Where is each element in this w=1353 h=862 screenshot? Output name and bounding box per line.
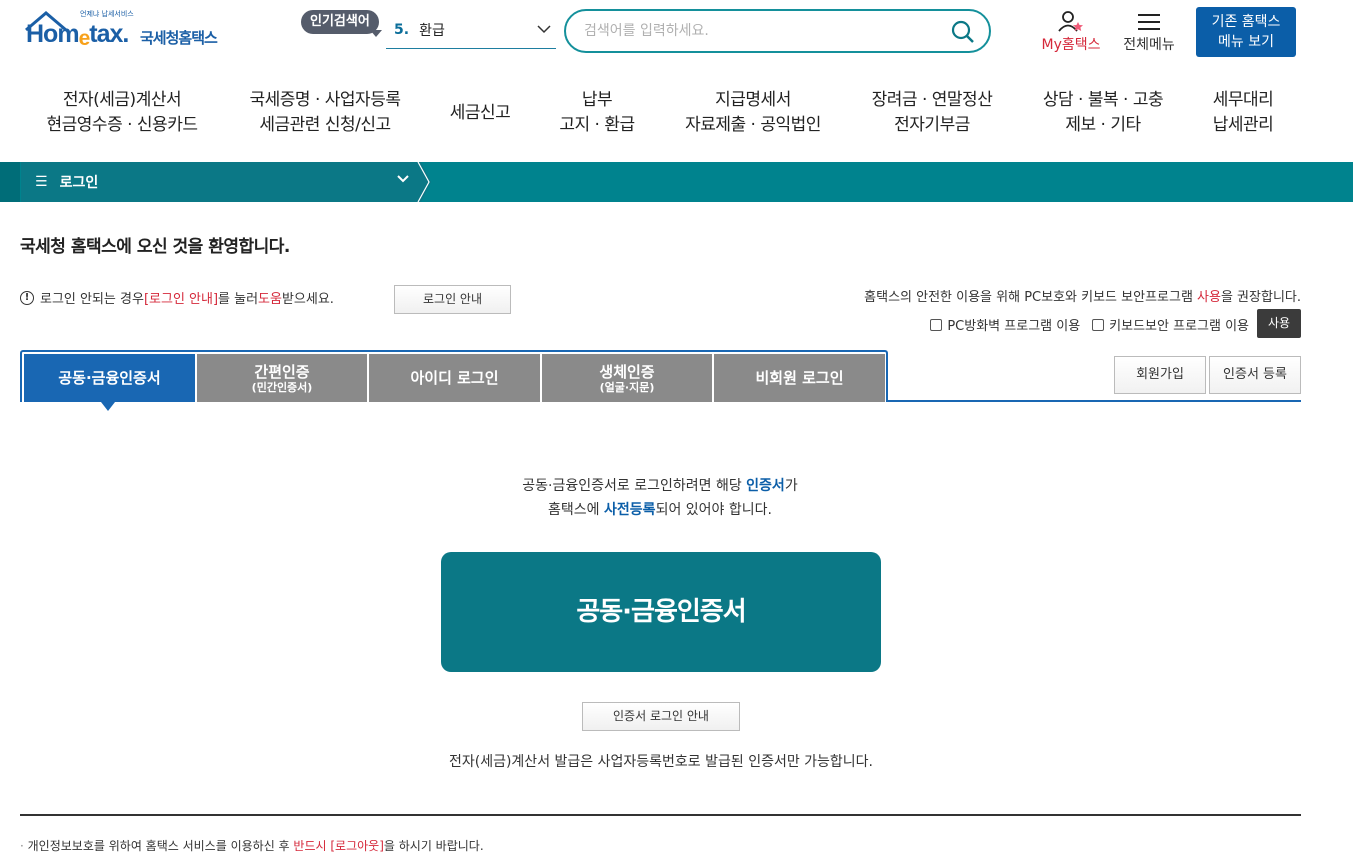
popular-search-select[interactable]: 5. 환급 [386,12,556,49]
breadcrumb-bar: ☰ 로그인 [0,162,1353,202]
security-recommendation: 홈택스의 안전한 이용을 위해 PC보호와 키보드 보안프로그램 사용을 권장합… [864,290,1301,305]
popular-rank: 5. [394,22,410,38]
chevron-down-icon [537,25,551,34]
login-tabs: 공동·금융인증서 간편인증 (민간인증서) 아이디 로그인 생체인증 (얼굴·지문)… [20,350,888,402]
nav-item-tax-filing[interactable]: 세금신고 [450,101,511,126]
popular-term: 환급 [419,23,445,39]
cert-desc-line2: 홈택스에 사전등록되어 있어야 합니다. [548,502,772,518]
cert-desc-line1: 공동·금융인증서로 로그인하려면 해당 인증서가 [522,478,798,494]
my-hometax-button[interactable]: My홈택스 [1034,10,1108,54]
divider [20,814,1301,816]
logo-korean: 국세청홈택스 [140,29,218,47]
tab-underline [886,400,1301,402]
all-menu-label: 전체메뉴 [1123,37,1175,53]
breadcrumb-left-edge [0,162,20,202]
logo-subtitle: 언제냐 납세서비스 [80,10,134,18]
breadcrumb-separator-icon [413,162,431,202]
login-help-notice: ! 로그인 안되는 경우 [로그인 안내] 를 눌러 도움 받으세요. [20,288,334,307]
popular-search-badge: 인기검색어 [301,10,379,34]
keyboard-security-checkbox[interactable] [1092,318,1105,331]
apply-security-button[interactable]: 사용 [1257,309,1301,338]
keyboard-security-label: 키보드보안 프로그램 이용 [1109,319,1249,334]
firewall-checkbox[interactable] [930,318,943,331]
list-icon: ☰ [35,174,48,190]
logo-wordmark: Hometax. [26,20,129,50]
certificate-login-button[interactable]: 공동·금융인증서 [441,552,881,672]
active-tab-pointer [101,402,115,411]
search-box [564,9,991,53]
legacy-menu-button[interactable]: 기존 홈택스 메뉴 보기 [1196,7,1296,57]
security-options: PC방화벽 프로그램 이용 키보드보안 프로그램 이용 [930,315,1249,334]
cert-register-button[interactable]: 인증서 등록 [1209,356,1301,394]
tab-biometric[interactable]: 생체인증 (얼굴·지문) [542,354,712,402]
tab-simple-auth[interactable]: 간편인증 (민간인증서) [197,354,367,402]
legacy-menu-line1: 기존 홈택스 [1211,14,1281,30]
hamburger-icon [1138,14,1160,30]
invoice-note: 전자(세금)계산서 발급은 사업자등록번호로 발급된 인증서만 가능합니다. [448,754,874,770]
login-guide-button[interactable]: 로그인 안내 [394,285,511,314]
search-input[interactable] [584,23,924,39]
nav-item-consultation[interactable]: 상담 · 불복 · 고충 제보 · 기타 [1043,88,1164,138]
search-icon[interactable] [951,20,975,44]
chevron-down-icon [397,175,409,183]
popular-badge-tail [370,30,382,37]
cert-login-guide-button[interactable]: 인증서 로그인 안내 [582,702,740,731]
my-hometax-label: My홈택스 [1041,37,1101,53]
tab-id-login[interactable]: 아이디 로그인 [369,354,540,402]
tab-guest-login[interactable]: 비회원 로그인 [714,354,885,402]
breadcrumb-dropdown[interactable]: ☰ 로그인 [21,162,421,202]
nav-item-incentives[interactable]: 장려금 · 연말정산 전자기부금 [872,88,993,138]
nav-item-payment[interactable]: 납부 고지 · 환급 [559,88,635,138]
nav-item-statements[interactable]: 지급명세서 자료제출 · 공익법인 [685,88,821,138]
breadcrumb-label: 로그인 [59,175,99,191]
nav-item-certificates[interactable]: 국세증명 · 사업자등록 세금관련 신청/신고 [250,88,401,138]
privacy-notice: · 개인정보보호를 위하여 홈택스 서비스를 이용하신 후 반드시 [로그아웃]… [20,839,484,853]
all-menu-button[interactable]: 전체메뉴 [1118,10,1180,54]
welcome-heading: 국세청 홈택스에 오신 것을 환영합니다. [20,237,290,257]
exclamation-icon: ! [20,290,34,305]
legacy-menu-line2: 메뉴 보기 [1218,34,1274,50]
nav-item-tax-agent[interactable]: 세무대리 납세관리 [1213,88,1274,138]
hometax-logo[interactable]: 언제냐 납세서비스 Hometax. 국세청홈택스 [22,8,242,56]
tab-certificate[interactable]: 공동·금융인증서 [24,354,195,402]
user-star-icon [1058,11,1083,32]
main-navigation: 전자(세금)계산서 현금영수증 · 신용카드 국세증명 · 사업자등록 세금관련 신… [0,88,1353,144]
nav-item-einvoice[interactable]: 전자(세금)계산서 현금영수증 · 신용카드 [47,88,198,138]
firewall-label: PC방화벽 프로그램 이용 [947,319,1081,334]
signup-button[interactable]: 회원가입 [1114,356,1206,394]
